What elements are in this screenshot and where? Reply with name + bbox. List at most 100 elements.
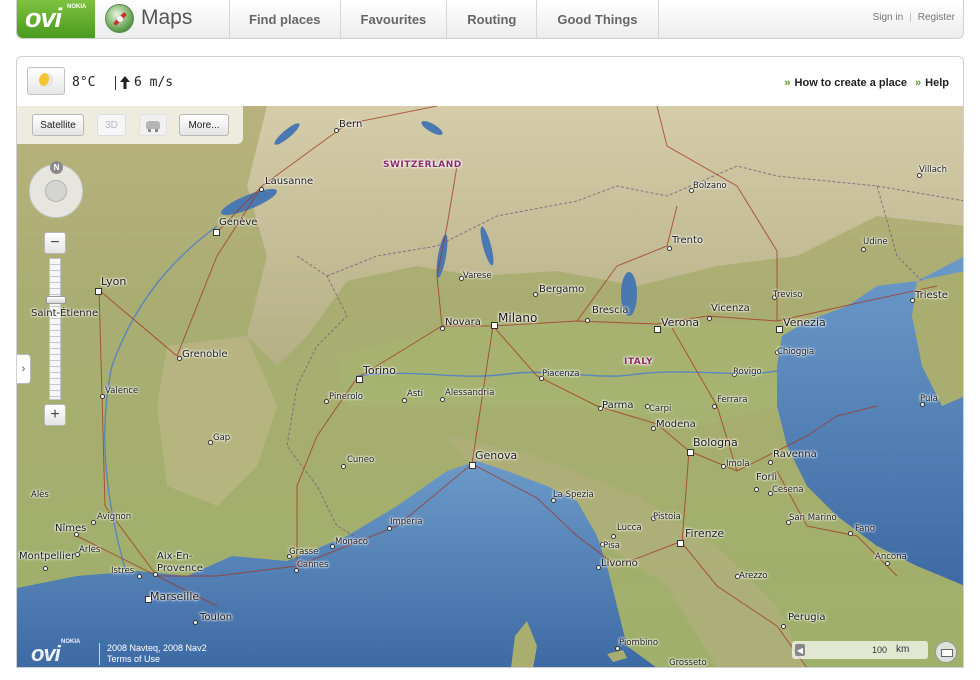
expand-panel-button[interactable]: › bbox=[17, 354, 31, 384]
city-label[interactable]: Pistoia bbox=[653, 513, 681, 522]
city-label[interactable]: Bern bbox=[339, 120, 362, 130]
wind-speed: 6 m/s bbox=[134, 75, 174, 90]
city-label[interactable]: Pula bbox=[920, 395, 938, 404]
scale-unit[interactable]: km bbox=[896, 644, 909, 655]
city-label[interactable]: Lucca bbox=[617, 524, 642, 533]
city-label[interactable]: Aix-En-Provence bbox=[157, 551, 221, 575]
how-to-create-place-link[interactable]: How to create a place bbox=[784, 77, 908, 89]
more-button[interactable]: More... bbox=[179, 114, 229, 136]
city-label[interactable]: Imola bbox=[726, 460, 750, 469]
city-label[interactable]: Genova bbox=[475, 450, 517, 461]
city-label[interactable]: Fano bbox=[855, 525, 875, 534]
city-label[interactable]: Ravenna bbox=[773, 450, 817, 460]
pan-control[interactable]: N bbox=[29, 161, 83, 218]
city-label[interactable]: Cannes bbox=[297, 561, 329, 570]
city-label[interactable]: Brescia bbox=[592, 306, 629, 316]
city-label[interactable]: Arezzo bbox=[739, 572, 767, 581]
city-label[interactable]: Saint-Étienne bbox=[31, 309, 98, 319]
help-link[interactable]: Help bbox=[915, 77, 949, 89]
tab-favourites[interactable]: Favourites bbox=[339, 0, 447, 38]
city-label[interactable]: Bergamo bbox=[539, 285, 584, 295]
city-label[interactable]: Alessandria bbox=[445, 389, 494, 398]
city-label[interactable]: Rovigo bbox=[733, 368, 762, 377]
city-label[interactable]: Piacenza bbox=[542, 370, 579, 379]
city-label[interactable]: Novara bbox=[445, 318, 481, 328]
city-label[interactable]: Monaco bbox=[335, 538, 368, 547]
copyright-text: 2008 Navteq, 2008 Nav2 bbox=[107, 643, 207, 653]
city-label[interactable]: Treviso bbox=[773, 291, 803, 300]
city-label[interactable]: Grenoble bbox=[182, 350, 228, 360]
city-label[interactable]: Avignon bbox=[97, 513, 131, 522]
tab-find-places[interactable]: Find places bbox=[229, 0, 340, 38]
city-label[interactable]: Varese bbox=[463, 272, 492, 281]
city-label[interactable]: Nîmes bbox=[55, 524, 86, 534]
satellite-button[interactable]: Satellite bbox=[32, 114, 84, 136]
city-label[interactable]: Valence bbox=[105, 387, 138, 396]
register-link[interactable]: Register bbox=[918, 12, 955, 23]
city-label[interactable]: Carpi bbox=[649, 405, 671, 414]
city-label[interactable]: Cuneo bbox=[347, 456, 374, 465]
city-label[interactable]: Verona bbox=[661, 317, 699, 328]
city-label[interactable]: Bolzano bbox=[693, 182, 727, 191]
city-label[interactable]: Vicenza bbox=[711, 304, 750, 314]
city-label[interactable]: Bologna bbox=[693, 437, 738, 448]
city-label[interactable]: Cesena bbox=[772, 486, 803, 495]
city-label[interactable]: Pinerolo bbox=[329, 393, 363, 402]
city-label[interactable]: Udine bbox=[863, 238, 888, 247]
city-label[interactable]: Torino bbox=[363, 365, 396, 376]
tab-routing[interactable]: Routing bbox=[446, 0, 536, 38]
city-label[interactable]: Villach bbox=[919, 166, 947, 175]
nokia-watermark: NOKIA bbox=[61, 639, 81, 645]
city-label[interactable]: Modena bbox=[656, 420, 696, 430]
city-label[interactable]: Arles bbox=[79, 546, 100, 555]
scale-toggle-icon[interactable]: ◀ bbox=[795, 644, 805, 656]
city-label[interactable]: Genève bbox=[219, 218, 257, 228]
city-label[interactable]: Forlì bbox=[756, 473, 777, 483]
traffic-button[interactable] bbox=[139, 114, 167, 136]
city-label[interactable]: Milano bbox=[498, 312, 537, 324]
city-label[interactable]: La Spezia bbox=[553, 491, 594, 500]
map-canvas[interactable]: Satellite 3D More... N − + › SWITZERLAND… bbox=[16, 106, 964, 668]
city-label[interactable]: Ferrara bbox=[717, 396, 747, 405]
city-label[interactable]: Livorno bbox=[601, 559, 638, 569]
city-label[interactable]: Chioggia bbox=[777, 348, 814, 357]
city-label[interactable]: Venezia bbox=[783, 317, 826, 328]
city-label[interactable]: Asti bbox=[407, 390, 423, 399]
sign-in-link[interactable]: Sign in bbox=[873, 12, 904, 23]
tab-good-things[interactable]: Good Things bbox=[536, 0, 659, 38]
zoom-out-button[interactable]: − bbox=[44, 232, 66, 254]
city-label[interactable]: Istres bbox=[111, 567, 134, 576]
city-marker bbox=[91, 520, 96, 525]
3d-button[interactable]: 3D bbox=[97, 114, 126, 136]
zoom-in-button[interactable]: + bbox=[44, 404, 66, 426]
city-label[interactable]: Montpellier bbox=[19, 552, 75, 562]
terms-of-use-link[interactable]: Terms of Use bbox=[107, 654, 207, 665]
city-label[interactable]: Trento bbox=[672, 236, 703, 246]
city-label[interactable]: Ancona bbox=[875, 553, 907, 562]
city-label[interactable]: Gap bbox=[213, 434, 230, 443]
city-label[interactable]: Grasse bbox=[289, 548, 318, 557]
ovi-logo[interactable]: ovi NOKIA bbox=[17, 0, 95, 38]
pan-center[interactable] bbox=[45, 180, 67, 202]
city-label[interactable]: Perugia bbox=[788, 613, 826, 623]
country-label: SWITZERLAND bbox=[383, 160, 462, 170]
zoom-slider-track[interactable] bbox=[46, 258, 66, 400]
city-label[interactable]: San Marino bbox=[789, 514, 837, 523]
scale-bar[interactable]: ◀ 100 km bbox=[792, 641, 928, 659]
city-label[interactable]: Alès bbox=[31, 491, 49, 500]
city-label[interactable]: Lausanne bbox=[265, 177, 313, 187]
city-label[interactable]: Parma bbox=[602, 401, 634, 411]
city-label[interactable]: Toulon bbox=[200, 613, 232, 623]
city-label[interactable]: Firenze bbox=[685, 528, 724, 539]
weather-button[interactable] bbox=[27, 67, 65, 95]
city-label[interactable]: Lyon bbox=[101, 276, 126, 287]
zoom-slider-handle[interactable] bbox=[46, 296, 66, 304]
city-label[interactable]: Trieste bbox=[915, 291, 948, 301]
city-marker bbox=[754, 487, 759, 492]
city-label[interactable]: Pisa bbox=[603, 542, 620, 551]
north-icon[interactable]: N bbox=[50, 161, 63, 174]
city-label[interactable]: Imperia bbox=[390, 518, 422, 527]
maps-brand[interactable]: Maps bbox=[103, 4, 229, 34]
print-icon[interactable] bbox=[935, 641, 957, 663]
city-label[interactable]: Marseille bbox=[150, 591, 199, 602]
